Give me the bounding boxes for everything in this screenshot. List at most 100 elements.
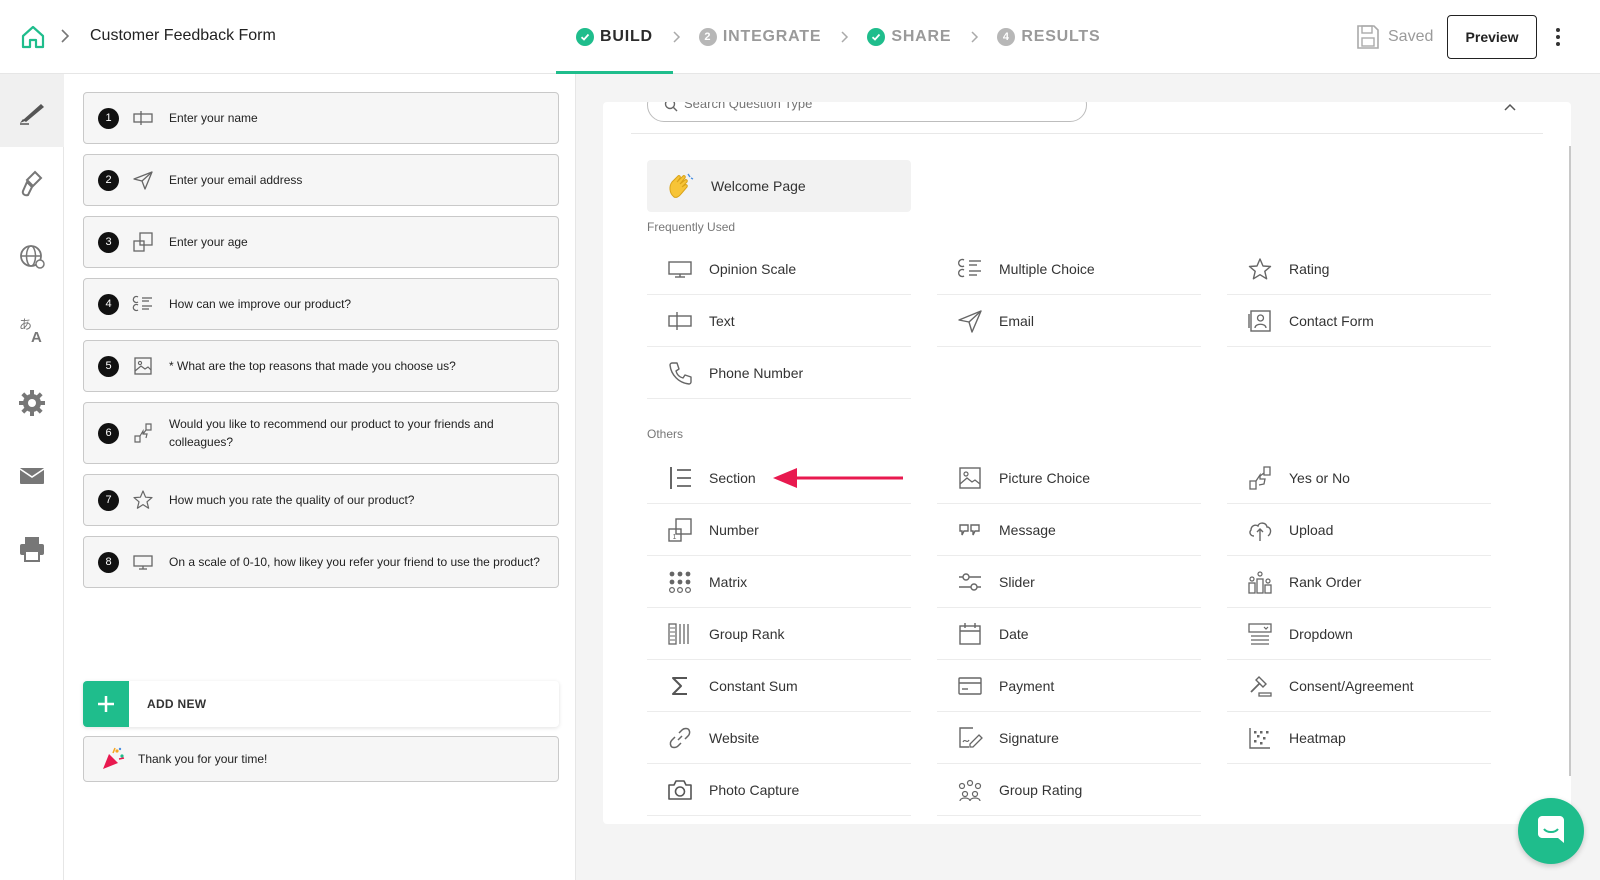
type-photo-capture[interactable]: Photo Capture xyxy=(647,764,911,816)
question-card[interactable]: 3 Enter your age xyxy=(83,216,559,268)
type-text[interactable]: Text xyxy=(647,295,911,347)
step-number-badge: 2 xyxy=(698,28,717,46)
question-text: On a scale of 0-10, how likey you refer … xyxy=(169,555,540,569)
rail-notifications[interactable] xyxy=(0,439,64,512)
type-slider[interactable]: Slider xyxy=(937,556,1201,608)
matrix-icon xyxy=(668,571,692,593)
step-build[interactable]: BUILD xyxy=(556,0,673,74)
type-constant-sum[interactable]: Constant Sum xyxy=(647,660,911,712)
svg-text:1: 1 xyxy=(673,534,677,541)
question-text: Enter your name xyxy=(169,111,258,125)
question-card[interactable]: 5 * What are the top reasons that made y… xyxy=(83,340,559,392)
question-card[interactable]: 6 Would you like to recommend our produc… xyxy=(83,402,559,464)
type-phone-number[interactable]: Phone Number xyxy=(647,347,911,399)
type-consent-agreement[interactable]: Consent/Agreement xyxy=(1227,660,1491,712)
type-group-rank[interactable]: Group Rank xyxy=(647,608,911,660)
scrollbar[interactable] xyxy=(1569,146,1571,776)
question-text: * What are the top reasons that made you… xyxy=(169,359,456,373)
question-type-panel: Welcome Page Frequently Used Opinion Sca… xyxy=(603,102,1571,824)
number-icon xyxy=(133,232,153,252)
group-rating-icon xyxy=(958,779,982,801)
globe-icon xyxy=(20,244,45,269)
check-icon xyxy=(576,28,594,46)
rail-design[interactable] xyxy=(0,147,64,220)
type-rating[interactable]: Rating xyxy=(1227,243,1491,295)
red-arrow-annotation xyxy=(773,468,903,488)
scale-icon xyxy=(668,260,692,278)
type-payment[interactable]: Payment xyxy=(937,660,1201,712)
step-integrate[interactable]: 2 INTEGRATE xyxy=(697,0,823,74)
type-picture-choice[interactable]: Picture Choice xyxy=(937,452,1201,504)
type-dropdown[interactable]: Dropdown xyxy=(1227,608,1491,660)
question-text: Enter your email address xyxy=(169,173,303,187)
calendar-icon xyxy=(959,622,981,645)
type-message[interactable]: Message xyxy=(937,504,1201,556)
type-website[interactable]: Website xyxy=(647,712,911,764)
rail-print[interactable] xyxy=(0,512,64,585)
type-yes-or-no[interactable]: Yes or No xyxy=(1227,452,1491,504)
chevron-right-icon xyxy=(971,31,979,43)
form-title[interactable]: Customer Feedback Form xyxy=(90,27,276,45)
question-number: 5 xyxy=(98,355,119,377)
preview-button[interactable]: Preview xyxy=(1447,15,1537,59)
home-icon[interactable] xyxy=(20,24,46,50)
type-matrix[interactable]: Matrix xyxy=(647,556,911,608)
left-rail: あA xyxy=(0,74,64,880)
scale-icon xyxy=(133,555,153,570)
type-date[interactable]: Date xyxy=(937,608,1201,660)
question-card[interactable]: 8 On a scale of 0-10, how likey you refe… xyxy=(83,536,559,588)
rail-languages[interactable] xyxy=(0,220,64,293)
type-group-rating[interactable]: Group Rating xyxy=(937,764,1201,816)
question-card[interactable]: 1 Enter your name xyxy=(83,92,559,144)
search-question-type[interactable] xyxy=(647,102,1087,122)
cloud-upload-icon xyxy=(1249,521,1272,541)
thank-you-card[interactable]: Thank you for your time! xyxy=(83,736,559,782)
type-label: Constant Sum xyxy=(709,677,798,694)
type-label: Message xyxy=(999,521,1056,538)
type-opinion-scale[interactable]: Opinion Scale xyxy=(647,243,911,295)
type-number[interactable]: 1 Number xyxy=(647,504,911,556)
welcome-page-item[interactable]: Welcome Page xyxy=(647,160,911,212)
question-text: How can we improve our product? xyxy=(169,297,352,311)
add-new-button[interactable]: ADD NEW xyxy=(83,681,559,727)
svg-text:A: A xyxy=(31,329,42,345)
top-bar: Customer Feedback Form BUILD 2 INTEGRATE… xyxy=(0,0,1600,74)
step-results[interactable]: 4 RESULTS xyxy=(995,0,1102,74)
type-signature[interactable]: Signature xyxy=(937,712,1201,764)
type-rank-order[interactable]: Rank Order xyxy=(1227,556,1491,608)
others-heading: Others xyxy=(647,427,684,441)
question-card[interactable]: 2 Enter your email address xyxy=(83,154,559,206)
chat-button[interactable] xyxy=(1518,798,1584,864)
type-heatmap[interactable]: Heatmap xyxy=(1227,712,1491,764)
type-multiple-choice[interactable]: Multiple Choice xyxy=(937,243,1201,295)
type-contact-form[interactable]: Contact Form xyxy=(1227,295,1491,347)
more-options-icon[interactable] xyxy=(1554,26,1562,48)
question-number: 2 xyxy=(98,169,119,191)
type-label: Section xyxy=(709,469,756,486)
rail-translate[interactable]: あA xyxy=(0,293,64,366)
quote-icon xyxy=(959,523,980,535)
search-input[interactable] xyxy=(684,102,1064,111)
type-label: Matrix xyxy=(709,573,748,590)
mail-icon xyxy=(19,467,45,484)
step-nav: BUILD 2 INTEGRATE SHARE 4 RESULTS xyxy=(556,0,1102,74)
type-upload[interactable]: Upload xyxy=(1227,504,1491,556)
plus-icon xyxy=(83,681,129,727)
question-card[interactable]: 4 How can we improve our product? xyxy=(83,278,559,330)
welcome-page-label: Welcome Page xyxy=(711,178,806,194)
step-label: RESULTS xyxy=(1021,28,1101,45)
rail-build[interactable] xyxy=(0,74,64,147)
question-card[interactable]: 7 How much you rate the quality of our p… xyxy=(83,474,559,526)
type-label: Yes or No xyxy=(1289,469,1350,486)
frequently-used-heading: Frequently Used xyxy=(647,220,736,234)
type-label: Opinion Scale xyxy=(709,260,797,277)
step-share[interactable]: SHARE xyxy=(865,0,953,74)
pencil-icon xyxy=(20,103,44,125)
chevron-right-icon xyxy=(841,31,849,43)
search-icon xyxy=(664,102,678,112)
type-email[interactable]: Email xyxy=(937,295,1201,347)
chevron-up-icon[interactable] xyxy=(1503,102,1517,112)
text-field-icon xyxy=(668,311,692,330)
type-label: Number xyxy=(709,521,759,538)
rail-settings[interactable] xyxy=(0,366,64,439)
